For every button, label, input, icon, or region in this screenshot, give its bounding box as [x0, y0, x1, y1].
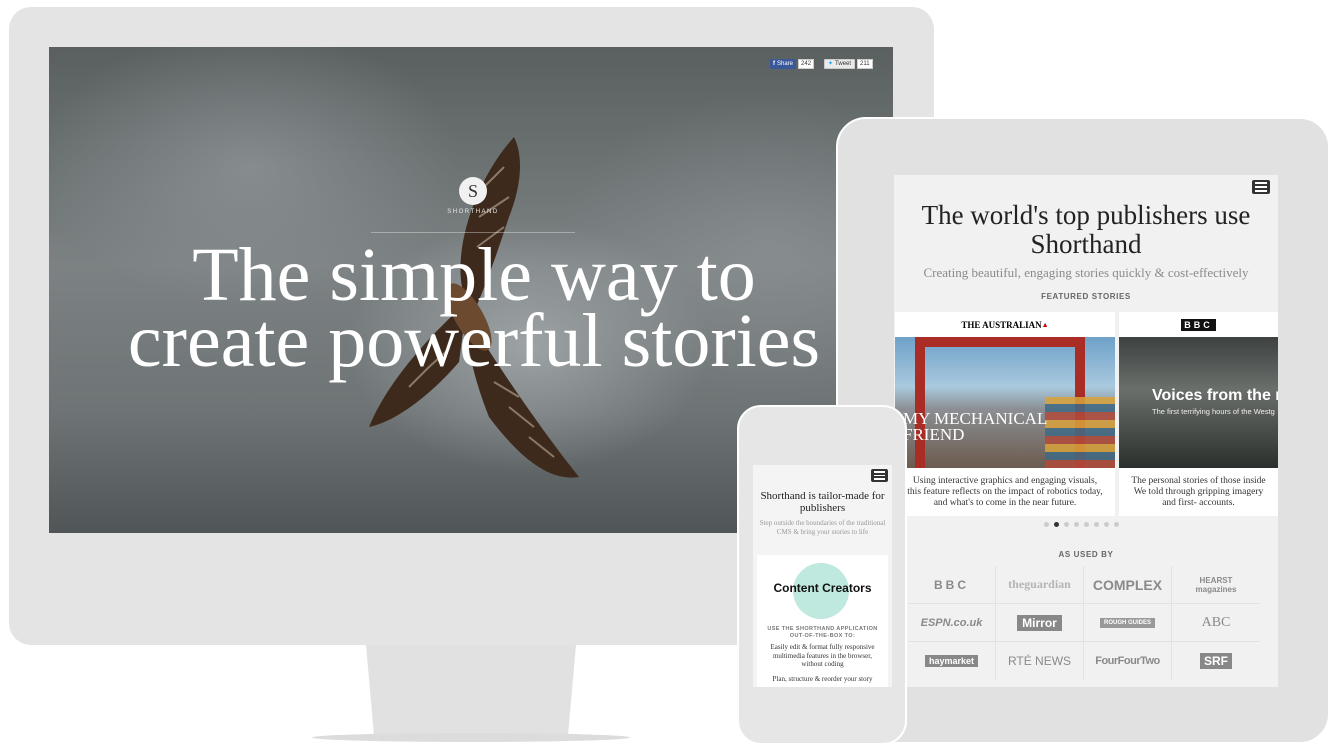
logo-haymarket: haymarket — [908, 642, 996, 680]
logo-text: Mirror — [1017, 614, 1062, 631]
story-headline: MY MECHANICAL FRIEND — [903, 410, 1047, 444]
container-stack — [1045, 397, 1115, 468]
logo-text: FourFourTwo — [1095, 655, 1160, 667]
twitter-bird-icon: ✦ — [828, 61, 834, 67]
carousel-dot[interactable] — [1064, 522, 1069, 527]
logo-text: HEARST magazines — [1195, 575, 1237, 594]
hamburger-menu-icon[interactable] — [871, 469, 888, 482]
logo-text: ABC — [1201, 614, 1231, 630]
facebook-share-button[interactable]: f Share — [770, 59, 797, 69]
logo-text: theguardian — [1008, 577, 1071, 591]
carousel-dot[interactable] — [1114, 522, 1119, 527]
story-headline-line-2: FRIEND — [903, 425, 965, 444]
carousel-dot[interactable] — [1074, 522, 1079, 527]
logo-mirror: Mirror — [996, 604, 1084, 642]
phone-screen: Shorthand is tailor-made for publishers … — [753, 465, 892, 687]
shorthand-wordmark: SHORTHAND — [447, 209, 499, 215]
feature-text-1: Easily edit & format fully responsive mu… — [770, 643, 875, 668]
tweet-widget: ✦ Tweet 211 — [824, 59, 873, 69]
monitor-stand-neck — [366, 645, 576, 740]
share-count: 242 — [798, 59, 815, 69]
carousel-dot[interactable] — [1104, 522, 1109, 527]
story-card-bbc[interactable]: BBC Voices from the m The first terrifyi… — [1119, 312, 1278, 516]
story-caption: Using interactive graphics and engaging … — [907, 476, 1103, 508]
phone-heading: Shorthand is tailor-made for publishers — [760, 490, 885, 514]
logo-text: BBC — [934, 577, 969, 592]
australian-mark-icon: ▲ — [1041, 320, 1049, 329]
logo-text: ESPN.co.uk — [920, 616, 983, 629]
story-caption: The personal stories of those inside We … — [1131, 476, 1266, 508]
tweet-label: Tweet — [835, 61, 852, 67]
client-logo-grid: BBC theguardian COMPLEX HEARST magazines… — [908, 566, 1260, 680]
story-image-smoke: Voices from the m The first terrifying h… — [1119, 337, 1278, 468]
logo-espn: ESPN.co.uk — [908, 604, 996, 642]
share-label: Share — [777, 61, 794, 67]
carousel-dot[interactable] — [1084, 522, 1089, 527]
logo-bbc: BBC — [908, 566, 996, 604]
content-creators-card: Content Creators USE THE SHORTHAND APPLI… — [757, 555, 888, 687]
carousel-dot[interactable] — [1094, 522, 1099, 527]
card-publisher-logo: THE AUSTRALIAN ▲ — [895, 312, 1115, 337]
logo-abc: ABC — [1172, 604, 1260, 642]
logo-text: haymarket — [924, 655, 979, 667]
carousel-dots — [1044, 522, 1119, 527]
publisher-the-australian: THE AUSTRALIAN — [961, 319, 1042, 330]
share-widget: f Share 242 — [770, 59, 815, 69]
card-title: Content Creators — [773, 581, 872, 595]
story-tagline: The first terrifying hours of the Westg — [1152, 407, 1275, 416]
story-headline: Voices from the m — [1152, 387, 1278, 404]
tweet-button[interactable]: ✦ Tweet — [824, 59, 856, 69]
story-card-australian[interactable]: THE AUSTRALIAN ▲ MY MECHANICAL FRIEND Us… — [895, 312, 1115, 516]
logo-hearst: HEARST magazines — [1172, 566, 1260, 604]
story-image-port-cranes: MY MECHANICAL FRIEND — [895, 337, 1115, 468]
featured-stories-label: FEATURED STORIES — [1041, 292, 1131, 301]
monitor-stand-base — [312, 733, 630, 742]
as-used-by-label: AS USED BY — [1058, 550, 1114, 559]
carousel-dot[interactable] — [1054, 522, 1059, 527]
tablet-screen: The world's top publishers use Shorthand… — [894, 175, 1278, 687]
logo-rough-guides: ROUGH GUIDES — [1084, 604, 1172, 642]
logo-text: ROUGH GUIDES — [1099, 617, 1155, 628]
tablet-heading-line-1: The world's top publishers use — [921, 200, 1251, 230]
tweet-count: 211 — [857, 59, 873, 69]
tablet-subtitle: Creating beautiful, engaging stories qui… — [923, 265, 1249, 280]
logo-complex: COMPLEX — [1084, 566, 1172, 604]
feature-text-2: Plan, structure & reorder your story — [772, 675, 873, 683]
publisher-bbc: BBC — [1181, 318, 1216, 331]
hamburger-menu-icon[interactable] — [1252, 180, 1270, 194]
logo-rte-news: RTÉ NEWS — [996, 642, 1084, 680]
logo-fourfourtwo: FourFourTwo — [1084, 642, 1172, 680]
hero-headline: The simple way to create powerful storie… — [109, 237, 839, 383]
logo-text: SRF — [1200, 653, 1232, 669]
logo-text: COMPLEX — [1092, 576, 1163, 593]
tablet-heading: The world's top publishers use Shorthand — [894, 201, 1278, 259]
logo-guardian: theguardian — [996, 566, 1084, 604]
phone-subtitle: Step outside the boundaries of the tradi… — [759, 519, 886, 536]
carousel-dot[interactable] — [1044, 522, 1049, 527]
facebook-icon: f — [773, 61, 775, 67]
tablet-heading-line-2: Shorthand — [1030, 229, 1142, 259]
logo-srf: SRF — [1172, 642, 1260, 680]
use-label: USE THE SHORTHAND APPLICATION OUT-OF-THE… — [767, 626, 878, 639]
hero-line-2: create powerful stories — [127, 299, 821, 383]
card-publisher-logo: BBC — [1119, 312, 1278, 337]
logo-text: RTÉ NEWS — [1007, 654, 1072, 668]
shorthand-logo[interactable]: S — [459, 177, 487, 205]
